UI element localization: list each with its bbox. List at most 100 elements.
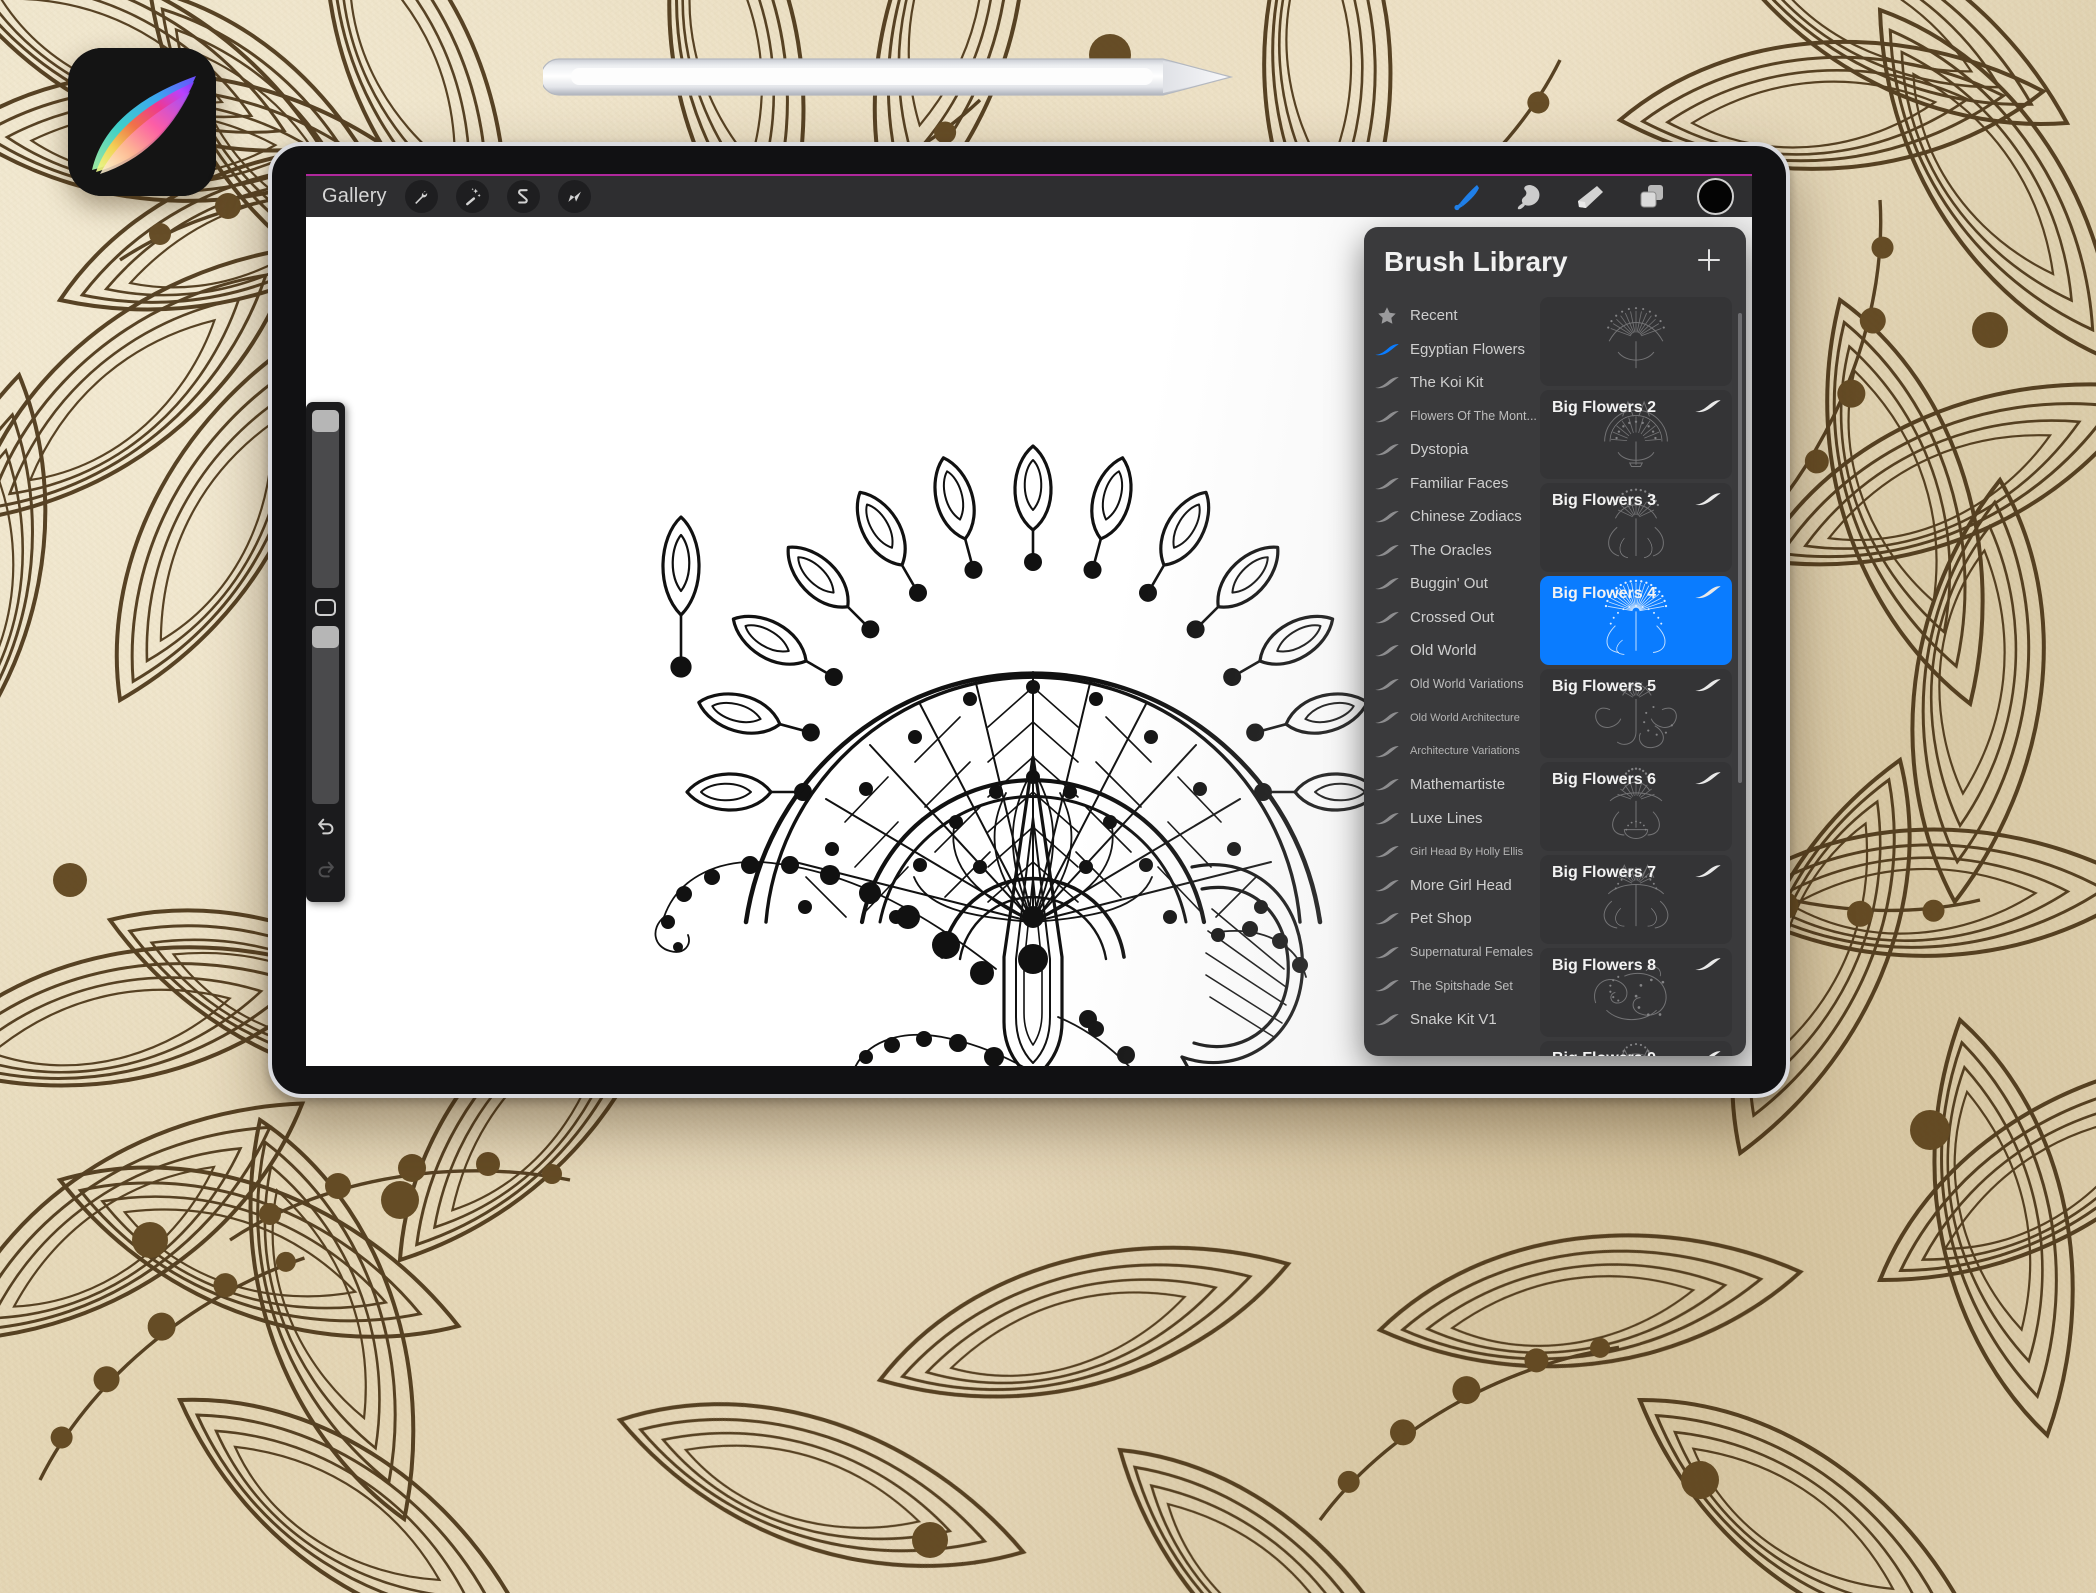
brush-stroke-icon bbox=[1694, 398, 1722, 419]
brush-stroke-icon bbox=[1374, 576, 1400, 591]
eraser-icon[interactable] bbox=[1573, 180, 1607, 214]
brush-stroke-icon bbox=[1694, 770, 1722, 791]
brush-name-label: Big Flowers 9 bbox=[1552, 1050, 1656, 1056]
brush-name-label: Big Flowers 5 bbox=[1552, 678, 1657, 695]
brush-set-row[interactable]: Mathemartiste bbox=[1364, 768, 1540, 802]
brush-card[interactable]: Big Flowers 4 bbox=[1540, 576, 1732, 665]
brush-name-label: Big Flowers 3 bbox=[1552, 492, 1657, 509]
brush-stroke-icon bbox=[1374, 844, 1400, 859]
smudge-icon[interactable] bbox=[1511, 180, 1545, 214]
brush-size-thumb[interactable] bbox=[312, 410, 339, 432]
brush-set-row[interactable]: Girl Head By Holly Ellis bbox=[1364, 835, 1540, 869]
brush-set-row[interactable]: Pet Shop bbox=[1364, 902, 1540, 936]
brush-library-header: Brush Library bbox=[1364, 227, 1746, 297]
brush-set-label: Egyptian Flowers bbox=[1410, 340, 1526, 358]
brush-stroke-icon bbox=[1374, 476, 1400, 491]
brush-stroke-icon bbox=[1374, 878, 1400, 893]
brush-stroke-icon bbox=[1374, 744, 1400, 759]
brush-card[interactable]: Big Flowers 5 bbox=[1540, 669, 1732, 758]
brush-library-body: Recent Egyptian Flowers The Koi Kit Flowers… bbox=[1364, 297, 1746, 1056]
brush-set-row[interactable]: The Spitshade Set bbox=[1364, 969, 1540, 1003]
brush-set-label: Recent bbox=[1410, 307, 1458, 325]
add-brush-set-icon[interactable] bbox=[1694, 245, 1724, 280]
brush-set-label: Familiar Faces bbox=[1410, 474, 1509, 492]
brush-set-row[interactable]: Supernatural Females bbox=[1364, 936, 1540, 970]
drawing-canvas[interactable]: Brush Library Recent Egyptian Flowers The … bbox=[306, 217, 1752, 1066]
brush-stroke-icon bbox=[1694, 863, 1722, 884]
brush-size-slider[interactable] bbox=[312, 410, 339, 588]
brush-set-label: Flowers Of The Mont... bbox=[1410, 409, 1537, 424]
brush-set-row[interactable]: Old World bbox=[1364, 634, 1540, 668]
brush-stroke-icon bbox=[1374, 643, 1400, 658]
ipad-device: Gallery Brush Library Recent Egyptian Fl… bbox=[268, 142, 1790, 1098]
color-swatch-button[interactable] bbox=[1697, 178, 1734, 215]
modify-button[interactable] bbox=[315, 599, 336, 616]
procreate-app-icon[interactable] bbox=[68, 48, 216, 196]
brush-set-row[interactable]: The Oracles bbox=[1364, 534, 1540, 568]
brush-stroke-icon bbox=[1374, 509, 1400, 524]
brushes-scrollbar[interactable] bbox=[1738, 313, 1742, 783]
brush-set-row[interactable]: Old World Variations bbox=[1364, 668, 1540, 702]
brush-stroke-icon bbox=[1374, 375, 1400, 390]
paint-brush-icon[interactable] bbox=[1449, 180, 1483, 214]
brush-name-label: Big Flowers 7 bbox=[1552, 864, 1657, 881]
apple-pencil bbox=[540, 55, 1243, 99]
brush-stroke-icon bbox=[1694, 956, 1722, 977]
brush-set-row[interactable]: Egyptian Flowers bbox=[1364, 333, 1540, 367]
brushes-list[interactable]: Big Flowers 2 Big Flowers 3 Big Flowers 4 B… bbox=[1540, 297, 1746, 1056]
undo-icon[interactable] bbox=[315, 816, 337, 843]
transform-arrow-icon[interactable] bbox=[557, 180, 591, 213]
brush-set-row[interactable]: Crossed Out bbox=[1364, 601, 1540, 635]
brush-set-label: Snake Kit V1 bbox=[1410, 1010, 1497, 1028]
brush-card[interactable]: Big Flowers 8 bbox=[1540, 948, 1732, 1037]
brush-set-label: Supernatural Females bbox=[1410, 945, 1533, 960]
brush-set-row[interactable]: Old World Architecture bbox=[1364, 701, 1540, 735]
selection-icon[interactable] bbox=[506, 180, 540, 213]
brush-stroke-icon bbox=[1374, 978, 1400, 993]
brush-stroke-icon bbox=[1374, 911, 1400, 926]
brush-set-row[interactable]: Buggin' Out bbox=[1364, 567, 1540, 601]
brush-stroke-icon bbox=[1374, 777, 1400, 792]
brush-set-row[interactable]: More Girl Head bbox=[1364, 869, 1540, 903]
brush-set-row[interactable]: Dystopia bbox=[1364, 433, 1540, 467]
brush-card[interactable] bbox=[1540, 297, 1732, 386]
brush-stroke-icon bbox=[1374, 543, 1400, 558]
brush-card[interactable]: Big Flowers 2 bbox=[1540, 390, 1732, 479]
brush-preview-art bbox=[1561, 297, 1711, 386]
brush-set-label: Dystopia bbox=[1410, 441, 1469, 459]
brush-set-row[interactable]: Luxe Lines bbox=[1364, 802, 1540, 836]
brush-set-label: Pet Shop bbox=[1410, 910, 1472, 928]
panel-caret bbox=[1554, 227, 1576, 237]
brush-set-label: The Oracles bbox=[1410, 541, 1492, 559]
brush-card[interactable]: Big Flowers 9 bbox=[1540, 1041, 1732, 1056]
brush-set-label: Girl Head By Holly Ellis bbox=[1410, 845, 1524, 858]
adjustments-wand-icon[interactable] bbox=[455, 180, 489, 213]
brush-card[interactable]: Big Flowers 7 bbox=[1540, 855, 1732, 944]
brush-opacity-slider[interactable] bbox=[312, 626, 339, 804]
gallery-button[interactable]: Gallery bbox=[322, 185, 387, 208]
star-icon bbox=[1374, 305, 1400, 327]
brush-set-row[interactable]: Flowers Of The Mont... bbox=[1364, 400, 1540, 434]
brush-set-label: The Spitshade Set bbox=[1410, 978, 1513, 993]
brush-stroke-icon bbox=[1694, 491, 1722, 512]
brush-card[interactable]: Big Flowers 6 bbox=[1540, 762, 1732, 851]
brush-set-row[interactable]: The Koi Kit bbox=[1364, 366, 1540, 400]
layers-icon[interactable] bbox=[1635, 180, 1669, 214]
brush-card[interactable]: Big Flowers 3 bbox=[1540, 483, 1732, 572]
brush-library-panel: Brush Library Recent Egyptian Flowers The … bbox=[1364, 227, 1746, 1056]
brush-sets-list[interactable]: Recent Egyptian Flowers The Koi Kit Flowers… bbox=[1364, 297, 1540, 1056]
redo-icon[interactable] bbox=[315, 859, 337, 886]
procreate-toolbar: Gallery bbox=[306, 174, 1752, 217]
brush-set-row[interactable]: Snake Kit V1 bbox=[1364, 1003, 1540, 1037]
brush-opacity-thumb[interactable] bbox=[312, 626, 339, 648]
brush-stroke-icon bbox=[1374, 677, 1400, 692]
actions-wrench-icon[interactable] bbox=[404, 180, 438, 213]
brush-stroke-icon bbox=[1374, 1012, 1400, 1027]
brush-set-row[interactable]: Chinese Zodiacs bbox=[1364, 500, 1540, 534]
brush-set-row[interactable]: Architecture Variations bbox=[1364, 735, 1540, 769]
brush-set-label: Old World Variations bbox=[1410, 677, 1524, 692]
brush-stroke-icon bbox=[1374, 442, 1400, 457]
brush-set-label: The Koi Kit bbox=[1410, 374, 1484, 392]
brush-set-row[interactable]: Recent bbox=[1364, 299, 1540, 333]
brush-set-row[interactable]: Familiar Faces bbox=[1364, 467, 1540, 501]
